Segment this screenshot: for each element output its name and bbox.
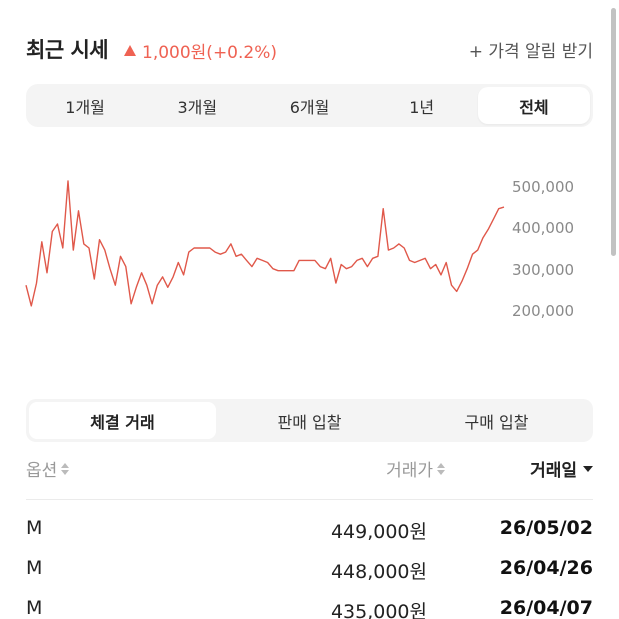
recent-price-header: 최근 시세 1,000원(+0.2%) + 가격 알림 받기	[26, 34, 593, 64]
tab-all[interactable]: 전체	[477, 87, 591, 124]
y-tick-label: 200,000	[512, 302, 574, 320]
price-chart: 500,000 400,000 300,000 200,000	[25, 178, 574, 320]
column-date-label: 거래일	[530, 461, 577, 481]
tab-6-months[interactable]: 6개월	[253, 87, 365, 124]
column-option-label: 옵션	[26, 461, 58, 481]
tab-completed-trades[interactable]: 체결 거래	[29, 402, 216, 439]
column-price-label: 거래가	[386, 461, 433, 481]
section-title: 최근 시세	[26, 38, 109, 62]
y-tick-label: 500,000	[512, 178, 574, 196]
tab-1-month[interactable]: 1개월	[29, 87, 141, 124]
table-row: M 435,000원 26/04/07	[26, 592, 593, 619]
price-alert-button[interactable]: + 가격 알림 받기	[469, 37, 593, 62]
divider	[26, 499, 593, 500]
row-price: 448,000원	[330, 561, 427, 583]
row-option: M	[26, 557, 43, 579]
row-option: M	[26, 517, 43, 539]
y-tick-label: 400,000	[512, 219, 574, 237]
row-date: 26/04/26	[499, 557, 593, 579]
sort-icon	[61, 462, 70, 475]
trade-tabs: 체결 거래 판매 입찰 구매 입찰	[26, 399, 593, 442]
up-triangle-icon	[124, 45, 136, 56]
period-tabs: 1개월 3개월 6개월 1년 전체	[26, 84, 593, 127]
column-option-header[interactable]: 옵션	[26, 456, 70, 481]
table-header: 옵션 거래가 거래일	[26, 456, 593, 486]
price-series-line	[25, 180, 505, 307]
trade-list: M 449,000원 26/05/02 M 448,000원 26/04/26 …	[26, 512, 593, 619]
row-price: 435,000원	[330, 601, 427, 619]
tab-1-year[interactable]: 1년	[366, 87, 478, 124]
row-date: 26/04/07	[499, 597, 593, 619]
sort-icon	[437, 462, 445, 475]
price-change-text: 1,000원(+0.2%)	[142, 43, 278, 63]
sort-descending-icon	[583, 465, 593, 472]
row-option: M	[26, 597, 43, 619]
table-row: M 448,000원 26/04/26	[26, 552, 593, 592]
tab-3-months[interactable]: 3개월	[141, 87, 253, 124]
row-date: 26/05/02	[499, 517, 593, 539]
table-row: M 449,000원 26/05/02	[26, 512, 593, 552]
column-price-header[interactable]: 거래가	[386, 456, 445, 481]
column-date-header[interactable]: 거래일	[530, 456, 593, 481]
tab-sell-bids[interactable]: 판매 입찰	[216, 402, 403, 439]
row-price: 449,000원	[330, 521, 427, 543]
y-tick-label: 300,000	[512, 261, 574, 279]
tab-buy-bids[interactable]: 구매 입찰	[403, 402, 590, 439]
price-change: 1,000원(+0.2%)	[124, 38, 277, 63]
